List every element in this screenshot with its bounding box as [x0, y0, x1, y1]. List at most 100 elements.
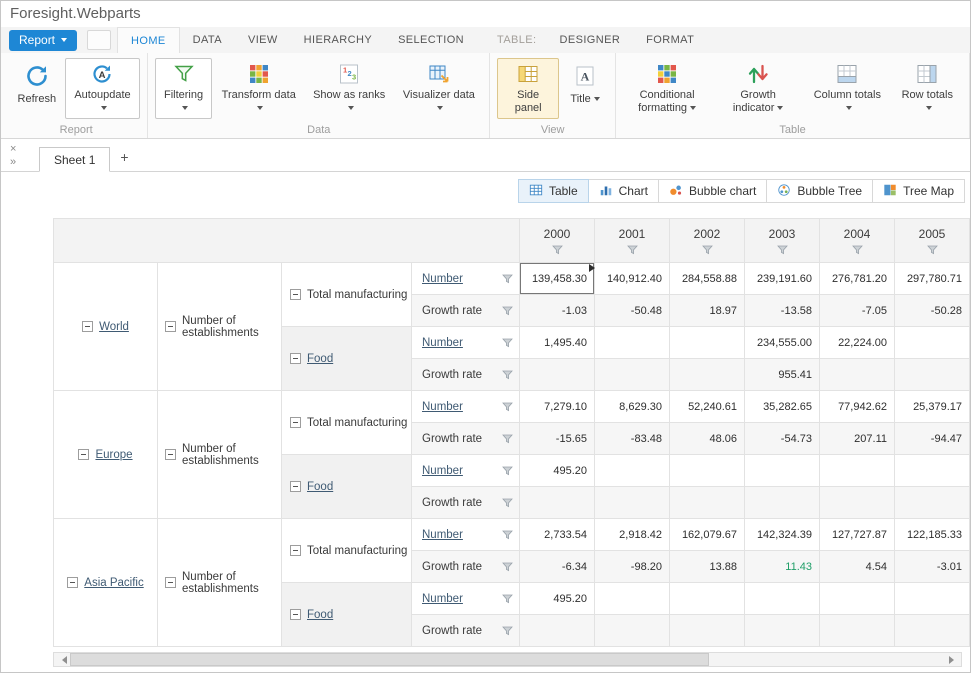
- data-cell[interactable]: 495.20: [520, 455, 595, 487]
- data-cell[interactable]: [520, 359, 595, 391]
- data-cell[interactable]: 955.41: [745, 359, 820, 391]
- data-cell[interactable]: 35,282.65: [745, 391, 820, 423]
- title-button[interactable]: ATitle: [562, 58, 608, 119]
- data-cell[interactable]: -1.03: [520, 295, 595, 327]
- data-cell[interactable]: [895, 455, 970, 487]
- data-cell[interactable]: -98.20: [595, 551, 670, 583]
- growth-indicator-button[interactable]: Growth indicator: [714, 58, 802, 119]
- data-cell[interactable]: [895, 359, 970, 391]
- filter-icon[interactable]: [502, 562, 513, 572]
- indicator-link[interactable]: Number: [422, 593, 463, 605]
- region-link[interactable]: World: [99, 321, 129, 333]
- data-cell[interactable]: [595, 359, 670, 391]
- filter-icon[interactable]: [502, 402, 513, 412]
- category-link[interactable]: Food: [307, 609, 333, 621]
- year-column-header[interactable]: 2002: [670, 219, 745, 263]
- view-bubble-tree-button[interactable]: Bubble Tree: [766, 179, 873, 203]
- view-tree-map-button[interactable]: Tree Map: [872, 179, 965, 203]
- data-cell[interactable]: 234,555.00: [745, 327, 820, 359]
- data-cell[interactable]: 7,279.10: [520, 391, 595, 423]
- data-cell[interactable]: -54.73: [745, 423, 820, 455]
- collapse-icon[interactable]: [290, 545, 301, 556]
- data-cell[interactable]: [820, 487, 895, 519]
- collapse-icon[interactable]: [82, 321, 93, 332]
- year-column-header[interactable]: 2003: [745, 219, 820, 263]
- data-cell[interactable]: [745, 455, 820, 487]
- collapse-icon[interactable]: [290, 353, 301, 364]
- data-cell[interactable]: [520, 615, 595, 647]
- filter-icon[interactable]: [852, 245, 863, 255]
- filter-icon[interactable]: [502, 338, 513, 348]
- data-cell[interactable]: [670, 487, 745, 519]
- year-column-header[interactable]: 2004: [820, 219, 895, 263]
- tab-data[interactable]: DATA: [180, 27, 235, 53]
- data-cell[interactable]: [520, 487, 595, 519]
- indicator-link[interactable]: Number: [422, 337, 463, 349]
- scroll-left-button[interactable]: [54, 653, 70, 666]
- data-cell[interactable]: 4.54: [820, 551, 895, 583]
- data-cell[interactable]: [745, 487, 820, 519]
- category-link[interactable]: Food: [307, 481, 333, 493]
- data-cell[interactable]: 13.88: [670, 551, 745, 583]
- data-cell[interactable]: -50.48: [595, 295, 670, 327]
- collapse-icon[interactable]: [165, 449, 176, 460]
- data-cell[interactable]: [670, 615, 745, 647]
- data-cell[interactable]: -50.28: [895, 295, 970, 327]
- data-cell[interactable]: 2,918.42: [595, 519, 670, 551]
- data-cell[interactable]: [895, 583, 970, 615]
- data-cell[interactable]: [895, 615, 970, 647]
- data-cell[interactable]: 207.11: [820, 423, 895, 455]
- filter-icon[interactable]: [502, 530, 513, 540]
- transform-data-button[interactable]: Transform data: [215, 58, 303, 119]
- report-menu-button[interactable]: Report: [9, 30, 77, 51]
- data-cell[interactable]: -3.01: [895, 551, 970, 583]
- filter-icon[interactable]: [502, 594, 513, 604]
- data-cell[interactable]: -6.34: [520, 551, 595, 583]
- indicator-link[interactable]: Number: [422, 401, 463, 413]
- data-cell[interactable]: 2,733.54: [520, 519, 595, 551]
- collapse-icon[interactable]: [165, 577, 176, 588]
- collapse-icon[interactable]: [165, 321, 176, 332]
- data-cell[interactable]: 495.20: [520, 583, 595, 615]
- data-cell[interactable]: 297,780.71: [895, 263, 970, 295]
- year-column-header[interactable]: 2001: [595, 219, 670, 263]
- data-cell[interactable]: -13.58: [745, 295, 820, 327]
- data-cell[interactable]: [595, 327, 670, 359]
- close-panel-icon[interactable]: ×: [10, 144, 16, 154]
- data-cell[interactable]: [595, 615, 670, 647]
- year-column-header[interactable]: 2000: [520, 219, 595, 263]
- conditional-formatting-button[interactable]: Conditional formatting: [623, 58, 711, 119]
- data-cell[interactable]: [820, 615, 895, 647]
- filter-icon[interactable]: [502, 434, 513, 444]
- add-sheet-button[interactable]: +: [110, 146, 138, 171]
- data-cell[interactable]: [670, 455, 745, 487]
- data-cell[interactable]: [595, 487, 670, 519]
- refresh-button[interactable]: Refresh: [12, 58, 62, 119]
- sheet-tab[interactable]: Sheet 1: [39, 147, 110, 172]
- scrollbar-track[interactable]: [70, 653, 945, 666]
- autoupdate-button[interactable]: AAutoupdate: [65, 58, 141, 119]
- data-cell[interactable]: -15.65: [520, 423, 595, 455]
- data-cell[interactable]: 77,942.62: [820, 391, 895, 423]
- filter-icon[interactable]: [502, 466, 513, 476]
- filter-icon[interactable]: [502, 274, 513, 284]
- column-totals-button[interactable]: Column totals: [805, 58, 890, 119]
- data-cell[interactable]: [670, 583, 745, 615]
- data-cell[interactable]: 48.06: [670, 423, 745, 455]
- tab-view[interactable]: VIEW: [235, 27, 291, 53]
- data-cell[interactable]: -94.47: [895, 423, 970, 455]
- collapse-icon[interactable]: [67, 577, 78, 588]
- scroll-right-button[interactable]: [945, 653, 961, 666]
- data-cell[interactable]: 276,781.20: [820, 263, 895, 295]
- tab-hierarchy[interactable]: HIERARCHY: [291, 27, 385, 53]
- data-cell[interactable]: [820, 359, 895, 391]
- collapse-icon[interactable]: [290, 481, 301, 492]
- data-cell[interactable]: 1,495.40: [520, 327, 595, 359]
- collapse-icon[interactable]: [290, 289, 301, 300]
- horizontal-scrollbar[interactable]: [53, 652, 962, 667]
- indicator-link[interactable]: Number: [422, 529, 463, 541]
- data-cell[interactable]: 139,458.30: [520, 263, 595, 295]
- category-link[interactable]: Food: [307, 353, 333, 365]
- data-cell[interactable]: [745, 583, 820, 615]
- year-column-header[interactable]: 2005: [895, 219, 970, 263]
